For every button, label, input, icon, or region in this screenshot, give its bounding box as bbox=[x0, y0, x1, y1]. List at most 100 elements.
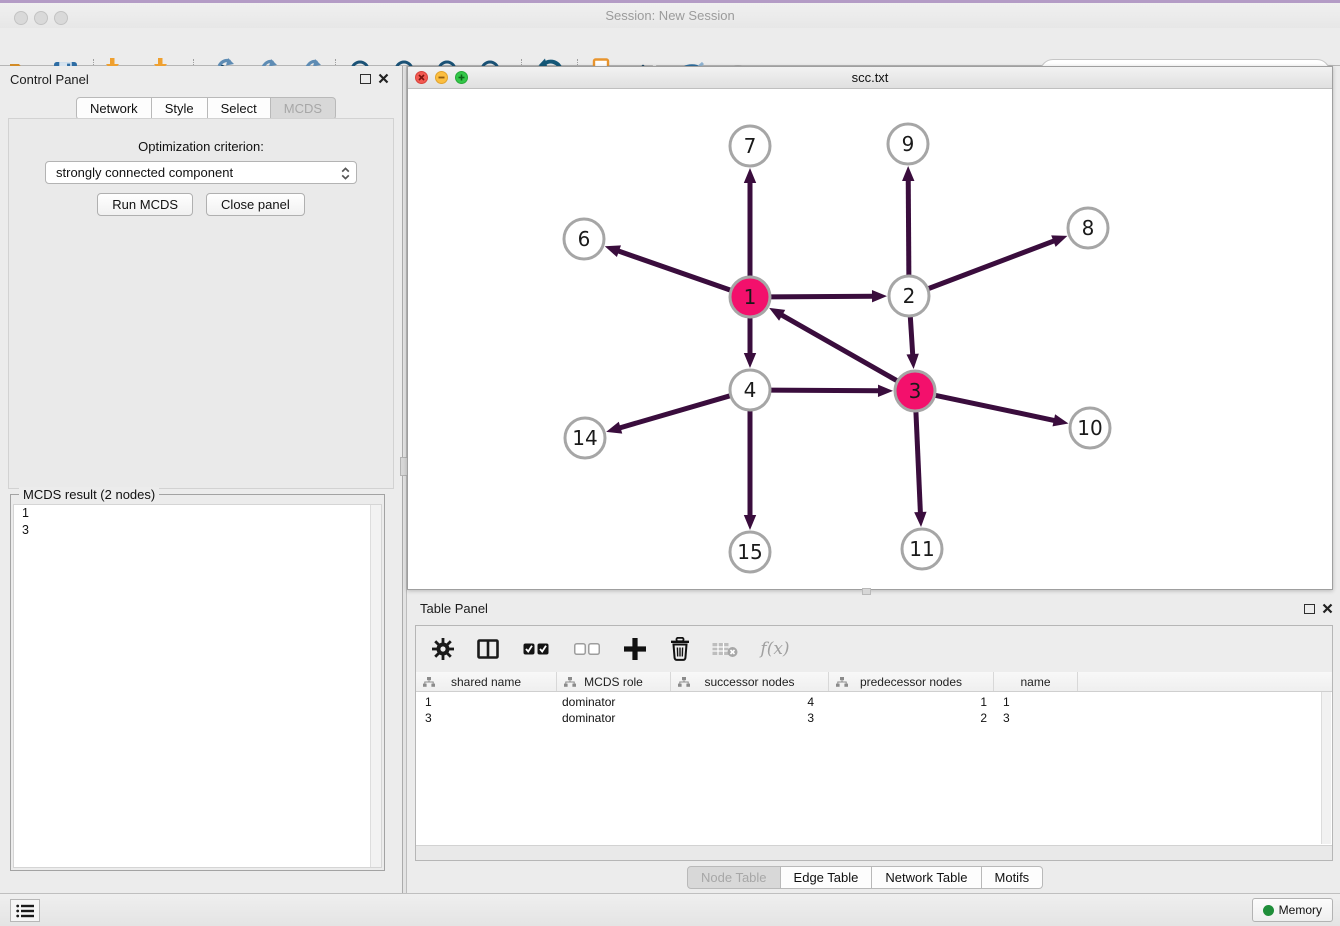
graph-edge-1-2[interactable] bbox=[770, 296, 874, 297]
optimization-criterion-select[interactable]: strongly connected component bbox=[45, 161, 357, 184]
close-table-panel-icon[interactable] bbox=[1322, 603, 1333, 614]
graph-node-label: 11 bbox=[909, 537, 934, 561]
graph-edge-arrowhead bbox=[606, 422, 622, 434]
tab-select[interactable]: Select bbox=[208, 97, 271, 120]
cell-successor-nodes: 3 bbox=[671, 710, 829, 726]
close-view-button[interactable] bbox=[415, 71, 428, 84]
network-window-titlebar[interactable]: scc.txt bbox=[408, 67, 1332, 89]
column-label: shared name bbox=[451, 675, 521, 689]
mcds-result-list[interactable]: 1 3 bbox=[13, 504, 382, 868]
graph-edge-3-10[interactable] bbox=[935, 395, 1056, 421]
graph-edge-1-6[interactable] bbox=[617, 251, 731, 291]
cell-predecessor-nodes: 1 bbox=[829, 694, 994, 710]
app-title: Session: New Session bbox=[0, 3, 1340, 28]
function-builder-button[interactable]: f(x) bbox=[755, 634, 795, 664]
result-scrollbar[interactable] bbox=[370, 505, 381, 867]
table-divider-grip[interactable] bbox=[862, 588, 871, 595]
column-header-filler bbox=[1078, 672, 1332, 691]
graph-edge-2-8[interactable] bbox=[928, 240, 1056, 288]
network-view-window: scc.txt 7968124314101511 bbox=[407, 66, 1333, 590]
mcds-result-item: 1 bbox=[14, 505, 381, 522]
show-columns-button[interactable] bbox=[473, 634, 503, 664]
tab-motifs[interactable]: Motifs bbox=[982, 866, 1044, 889]
run-mcds-button[interactable]: Run MCDS bbox=[97, 193, 193, 216]
maximize-view-button[interactable] bbox=[455, 71, 468, 84]
graph-node-label: 2 bbox=[903, 284, 916, 308]
cell-successor-nodes: 4 bbox=[671, 694, 829, 710]
table-vertical-scrollbar[interactable] bbox=[1321, 692, 1331, 844]
graph-edge-2-9[interactable] bbox=[908, 179, 909, 276]
table-settings-button[interactable] bbox=[428, 634, 458, 664]
window-controls[interactable] bbox=[14, 11, 68, 25]
delete-column-button[interactable] bbox=[665, 634, 695, 664]
mcds-result-title: MCDS result (2 nodes) bbox=[19, 487, 159, 502]
memory-button[interactable]: Memory bbox=[1252, 898, 1333, 922]
select-all-columns-button[interactable] bbox=[518, 634, 554, 664]
float-panel-icon[interactable] bbox=[360, 74, 371, 84]
table-row[interactable]: 1 dominator 4 1 1 bbox=[416, 694, 1332, 710]
close-window-button[interactable] bbox=[14, 11, 28, 25]
tab-network-table[interactable]: Network Table bbox=[872, 866, 981, 889]
table-panel-title: Table Panel bbox=[420, 601, 488, 616]
minimize-view-button[interactable] bbox=[435, 71, 448, 84]
cell-predecessor-nodes: 2 bbox=[829, 710, 994, 726]
table-header-row: shared name MCDS role successor nodes pr… bbox=[416, 672, 1332, 692]
hierarchy-icon bbox=[678, 677, 690, 687]
graph-edge-4-3[interactable] bbox=[770, 390, 880, 391]
zoom-window-button[interactable] bbox=[54, 11, 68, 25]
graph-node-label: 10 bbox=[1077, 416, 1102, 440]
tab-edge-table[interactable]: Edge Table bbox=[781, 866, 873, 889]
column-header-mcds-role[interactable]: MCDS role bbox=[557, 672, 671, 691]
control-panel-tabs: Network Style Select MCDS bbox=[76, 97, 336, 120]
graph-edge-4-14[interactable] bbox=[619, 396, 731, 429]
network-canvas[interactable]: 7968124314101511 bbox=[408, 89, 1332, 589]
hierarchy-icon bbox=[423, 677, 435, 687]
gear-icon bbox=[432, 638, 454, 660]
graph-edge-3-11[interactable] bbox=[916, 411, 921, 514]
column-header-name[interactable]: name bbox=[994, 672, 1078, 691]
tab-network[interactable]: Network bbox=[76, 97, 152, 120]
columns-icon bbox=[477, 639, 499, 659]
table-horizontal-scrollbar[interactable] bbox=[416, 845, 1332, 860]
graph-node-label: 4 bbox=[744, 378, 757, 402]
float-table-panel-icon[interactable] bbox=[1304, 604, 1315, 614]
close-glyph bbox=[418, 74, 425, 81]
close-panel-icon[interactable] bbox=[378, 73, 389, 84]
network-window-controls[interactable] bbox=[415, 71, 468, 84]
control-panel-title: Control Panel bbox=[10, 72, 89, 87]
graph-node-label: 3 bbox=[909, 379, 922, 403]
network-graph-svg: 7968124314101511 bbox=[408, 89, 1332, 589]
graph-edge-arrowhead bbox=[744, 168, 756, 183]
column-header-successor-nodes[interactable]: successor nodes bbox=[671, 672, 829, 691]
cell-mcds-role: dominator bbox=[557, 710, 671, 726]
column-header-predecessor-nodes[interactable]: predecessor nodes bbox=[829, 672, 994, 691]
tab-style[interactable]: Style bbox=[152, 97, 208, 120]
unchecked-boxes-icon bbox=[574, 643, 600, 655]
deselect-all-columns-button[interactable] bbox=[569, 634, 605, 664]
selected-criterion: strongly connected component bbox=[56, 165, 233, 180]
delete-table-button[interactable] bbox=[710, 634, 740, 664]
table-tabs: Node Table Edge Table Network Table Moti… bbox=[687, 866, 1043, 889]
tab-mcds[interactable]: MCDS bbox=[271, 97, 336, 120]
graph-edge-2-3[interactable] bbox=[910, 316, 913, 356]
status-bar: Memory bbox=[0, 893, 1340, 926]
graph-node-label: 6 bbox=[578, 227, 591, 251]
table-row[interactable]: 3 dominator 3 2 3 bbox=[416, 710, 1332, 726]
graph-edge-arrowhead bbox=[906, 354, 918, 369]
control-panel: Control Panel Network Style Select MCDS … bbox=[0, 66, 402, 893]
cell-mcds-role: dominator bbox=[557, 694, 671, 710]
chevron-up-down-icon bbox=[340, 166, 351, 181]
minimize-window-button[interactable] bbox=[34, 11, 48, 25]
graph-edge-arrowhead bbox=[872, 290, 887, 302]
delete-table-icon bbox=[712, 640, 738, 658]
column-header-shared-name[interactable]: shared name bbox=[416, 672, 557, 691]
graph-node-label: 7 bbox=[744, 134, 757, 158]
add-column-button[interactable] bbox=[620, 634, 650, 664]
task-history-button[interactable] bbox=[10, 899, 40, 922]
tab-node-table[interactable]: Node Table bbox=[687, 866, 781, 889]
main-toolbar bbox=[0, 28, 1340, 66]
table-panel: Table Panel bbox=[407, 595, 1340, 893]
graph-node-label: 15 bbox=[737, 540, 762, 564]
graph-edge-3-1[interactable] bbox=[780, 314, 897, 381]
close-panel-button[interactable]: Close panel bbox=[206, 193, 305, 216]
